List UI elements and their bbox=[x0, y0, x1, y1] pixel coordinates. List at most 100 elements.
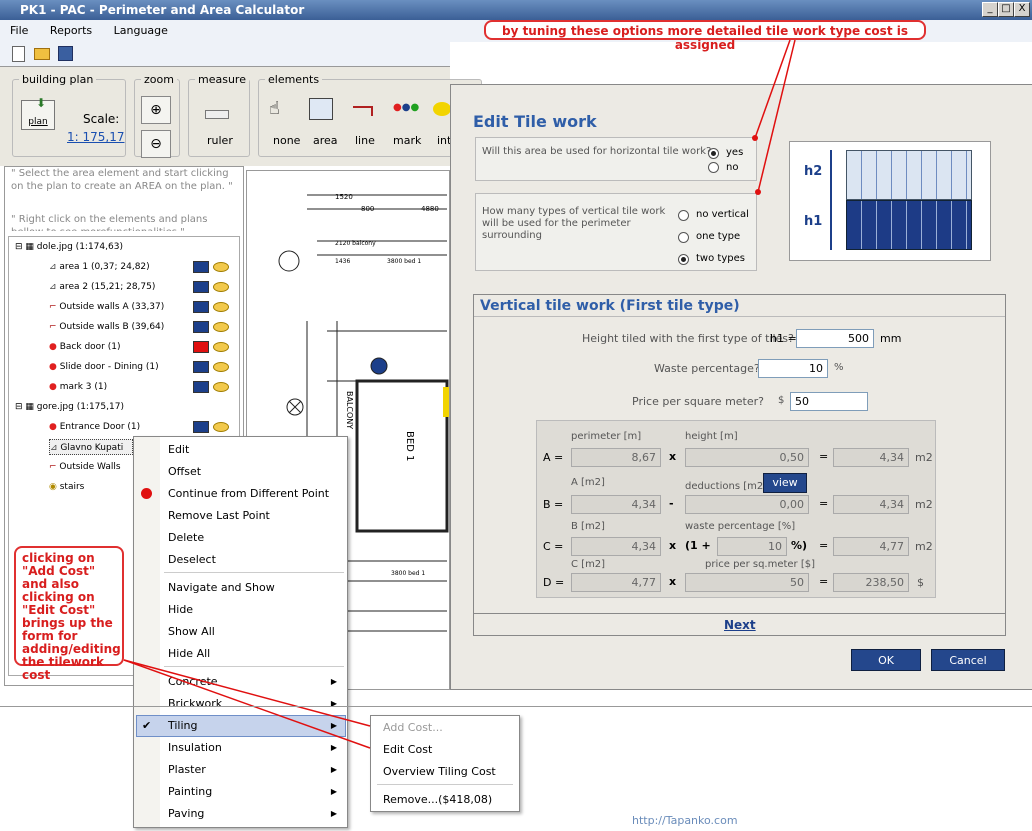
minimize-button[interactable]: _ bbox=[982, 2, 998, 17]
measure-legend: measure bbox=[198, 73, 246, 86]
radio-two-types[interactable] bbox=[678, 254, 689, 265]
eye-icon[interactable] bbox=[213, 362, 229, 372]
new-file-icon[interactable] bbox=[12, 46, 25, 62]
zoom-out-icon[interactable]: ⊖ bbox=[141, 130, 171, 158]
menu-item-navigate[interactable]: Navigate and Show bbox=[168, 581, 275, 594]
menu-item-delete[interactable]: Delete bbox=[168, 531, 204, 544]
calc-d-unit: $ bbox=[917, 576, 924, 589]
menu-item-hide-all[interactable]: Hide All bbox=[168, 647, 210, 660]
color-swatch[interactable] bbox=[193, 281, 209, 293]
color-swatch[interactable] bbox=[193, 301, 209, 313]
menu-item-continue[interactable]: Continue from Different Point bbox=[168, 487, 329, 500]
color-swatch[interactable] bbox=[193, 261, 209, 273]
color-swatch[interactable] bbox=[193, 421, 209, 433]
radio-two-types-label: two types bbox=[696, 253, 745, 264]
open-folder-icon[interactable] bbox=[34, 48, 50, 60]
color-swatch[interactable] bbox=[193, 361, 209, 373]
eye-icon[interactable] bbox=[213, 322, 229, 332]
eye-icon[interactable] bbox=[213, 282, 229, 292]
color-swatch[interactable] bbox=[193, 381, 209, 393]
menu-item-deselect[interactable]: Deselect bbox=[168, 553, 216, 566]
element-line-label: line bbox=[355, 134, 375, 147]
menu-item-concrete[interactable]: Concrete bbox=[168, 675, 218, 688]
waste-label: Waste percentage? bbox=[654, 362, 760, 375]
toolbar bbox=[0, 42, 450, 66]
calc-a-res: 4,34 bbox=[833, 448, 909, 467]
horizontal-question-box: Will this area be used for horizontal ti… bbox=[475, 137, 757, 181]
measure-group: measure ruler bbox=[188, 73, 250, 157]
scale-link[interactable]: 1: 175,17 bbox=[67, 130, 124, 144]
menu-item-painting[interactable]: Painting bbox=[168, 785, 212, 798]
submenu-arrow-icon: ▶ bbox=[330, 721, 337, 730]
close-button[interactable]: X bbox=[1014, 2, 1030, 17]
eye-icon[interactable] bbox=[213, 342, 229, 352]
maximize-button[interactable]: □ bbox=[998, 2, 1014, 17]
element-none-label: none bbox=[273, 134, 301, 147]
area-tool-icon[interactable] bbox=[309, 98, 333, 120]
title-bar: PK1 - PAC - Perimeter and Area Calculato… bbox=[0, 0, 1032, 20]
submenu-edit-cost[interactable]: Edit Cost bbox=[383, 743, 432, 756]
tiling-submenu: Add Cost... Edit Cost Overview Tiling Co… bbox=[370, 715, 520, 812]
ruler-icon[interactable] bbox=[205, 110, 229, 119]
waste-input[interactable]: 10 bbox=[758, 359, 828, 378]
menu-separator bbox=[164, 666, 344, 667]
menu-reports[interactable]: Reports bbox=[40, 20, 100, 37]
menu-item-edit[interactable]: Edit bbox=[168, 443, 189, 456]
tree-plan-dole[interactable]: ⊟ ▦ dole.jpg (1:174,63) bbox=[15, 239, 123, 255]
hand-cursor-icon[interactable]: ☝ bbox=[269, 98, 280, 119]
color-swatch[interactable] bbox=[193, 341, 209, 353]
menu-item-offset[interactable]: Offset bbox=[168, 465, 201, 478]
next-link[interactable]: Next bbox=[724, 618, 756, 632]
color-swatch[interactable] bbox=[193, 321, 209, 333]
plan-text: 800 bbox=[361, 205, 374, 213]
menu-item-plaster[interactable]: Plaster bbox=[168, 763, 206, 776]
callout-left: clicking on "Add Cost" and also clicking… bbox=[14, 546, 124, 682]
menu-item-remove-last[interactable]: Remove Last Point bbox=[168, 509, 270, 522]
plan-text: 3800 bed 1 bbox=[387, 258, 421, 265]
view-button[interactable]: view bbox=[763, 473, 807, 493]
height-input[interactable]: 500 bbox=[796, 329, 874, 348]
radio-no[interactable] bbox=[708, 162, 719, 173]
zoom-legend: zoom bbox=[144, 73, 174, 86]
price-label: Price per square meter? bbox=[632, 395, 764, 408]
menu-item-hide[interactable]: Hide bbox=[168, 603, 193, 616]
submenu-arrow-icon: ▶ bbox=[330, 809, 337, 818]
menu-item-show-all[interactable]: Show All bbox=[168, 625, 215, 638]
mark-tool-icon[interactable]: ●●● bbox=[393, 102, 419, 113]
tree-item-label: area 1 (0,37; 24,82) bbox=[59, 262, 150, 272]
submenu-overview[interactable]: Overview Tiling Cost bbox=[383, 765, 496, 778]
price-input[interactable]: 50 bbox=[790, 392, 868, 411]
menu-item-tiling[interactable]: Tiling bbox=[168, 719, 198, 732]
tree-item-selected[interactable]: ⊿ Glavno Kupati bbox=[49, 439, 133, 455]
int-tool-icon[interactable] bbox=[433, 102, 451, 116]
tree-plan-gore[interactable]: ⊟ ▦ gore.jpg (1:175,17) bbox=[15, 399, 124, 415]
menu-item-brickwork[interactable]: Brickwork bbox=[168, 697, 222, 710]
eye-icon[interactable] bbox=[213, 382, 229, 392]
elements-legend: elements bbox=[268, 73, 320, 86]
ok-button[interactable]: OK bbox=[851, 649, 921, 671]
tree-item-label: Slide door - Dining (1) bbox=[59, 362, 159, 372]
calc-d-l2: price per sq.meter [$] bbox=[705, 559, 816, 570]
cancel-button[interactable]: Cancel bbox=[931, 649, 1005, 671]
radio-no-vertical[interactable] bbox=[678, 210, 689, 221]
radio-one-type[interactable] bbox=[678, 232, 689, 243]
menu-language[interactable]: Language bbox=[104, 20, 176, 37]
submenu-remove[interactable]: Remove...($418,08) bbox=[383, 793, 492, 806]
calc-c-pre: (1 + bbox=[685, 539, 711, 552]
menu-item-insulation[interactable]: Insulation bbox=[168, 741, 222, 754]
submenu-add-cost[interactable]: Add Cost... bbox=[383, 721, 443, 734]
save-icon[interactable] bbox=[58, 46, 73, 61]
footer-url[interactable]: http://Tapanko.com bbox=[632, 814, 738, 827]
zoom-in-icon[interactable]: ⊕ bbox=[141, 96, 171, 124]
calc-d-v2: 50 bbox=[685, 573, 809, 592]
eye-icon[interactable] bbox=[213, 262, 229, 272]
calc-c-eq: = bbox=[819, 539, 829, 552]
eye-icon[interactable] bbox=[213, 422, 229, 432]
calculation-panel: perimeter [m] height [m] A = 8,67 x 0,50… bbox=[536, 420, 936, 598]
menu-item-paving[interactable]: Paving bbox=[168, 807, 204, 820]
eye-icon[interactable] bbox=[213, 302, 229, 312]
line-tool-icon[interactable] bbox=[353, 106, 373, 116]
tree-item-label: Back door (1) bbox=[59, 342, 121, 352]
radio-yes[interactable] bbox=[708, 148, 719, 159]
menu-file[interactable]: File bbox=[0, 20, 36, 37]
